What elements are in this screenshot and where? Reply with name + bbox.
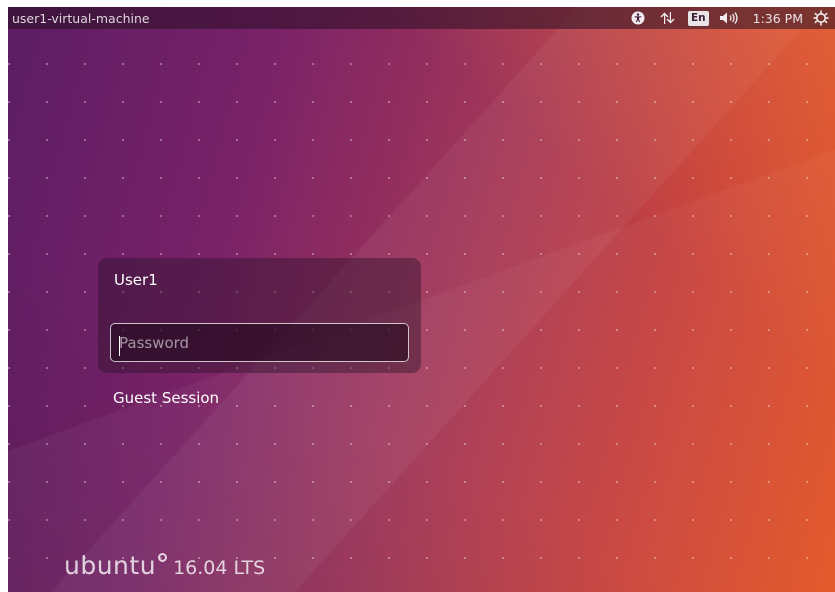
keyboard-layout-label: En	[687, 10, 709, 26]
user-name[interactable]: User1	[114, 271, 158, 289]
clock[interactable]: 1:36 PM	[753, 11, 803, 26]
login-screen: user1-virtual-machine En 1:36 PM User1 G…	[8, 7, 835, 592]
network-icon[interactable]	[658, 7, 678, 29]
ubuntu-version: 16.04 LTS	[173, 557, 266, 579]
keyboard-layout-indicator[interactable]: En	[687, 7, 709, 29]
sound-icon[interactable]	[717, 7, 743, 29]
hostname-label: user1-virtual-machine	[12, 10, 150, 26]
circle-of-friends-icon	[158, 553, 168, 562]
text-caret	[119, 336, 120, 356]
ubuntu-logo: ubuntu 16.04 LTS	[64, 551, 265, 580]
login-box: User1	[98, 258, 421, 373]
guest-session-option[interactable]: Guest Session	[113, 389, 219, 407]
ubuntu-wordmark: ubuntu	[64, 551, 157, 580]
indicator-area: En 1:36 PM	[628, 7, 835, 29]
top-panel: user1-virtual-machine En 1:36 PM	[8, 7, 835, 29]
power-icon[interactable]	[811, 7, 831, 29]
password-input[interactable]	[110, 323, 409, 362]
accessibility-icon[interactable]	[628, 7, 648, 29]
